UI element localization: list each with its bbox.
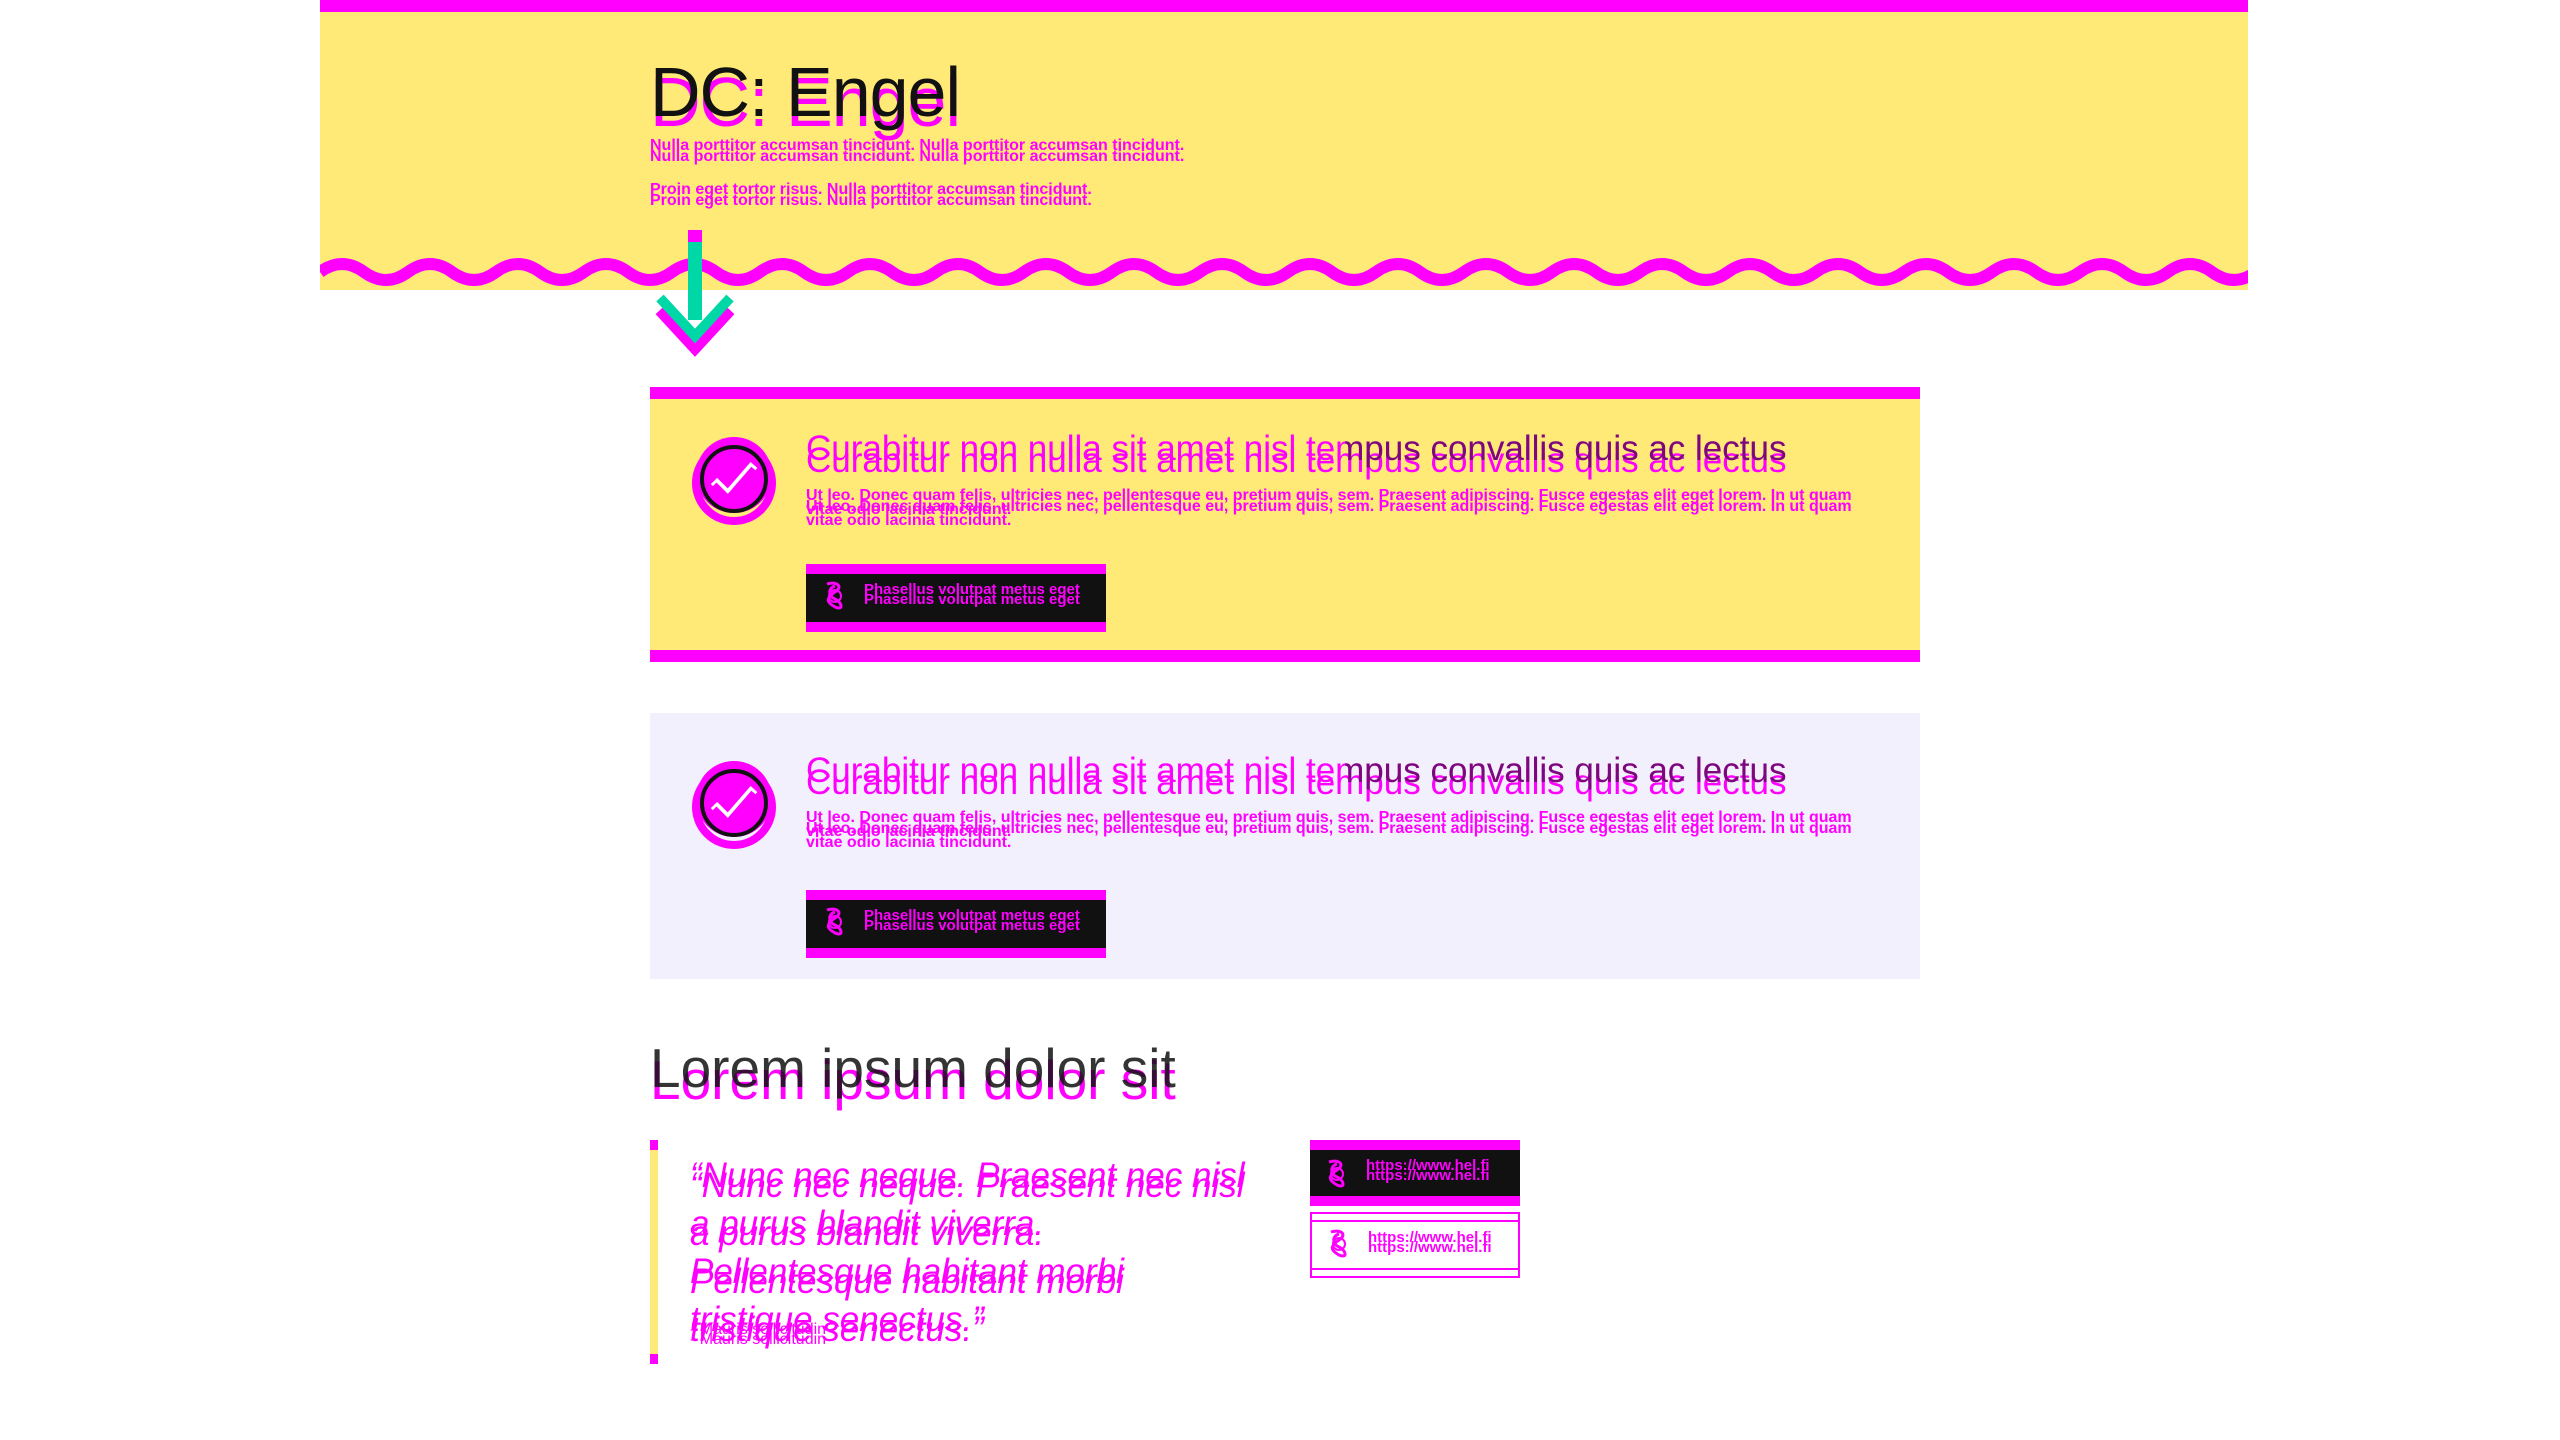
page: DC: Engel DC: Engel Nulla porttitor accu… — [320, 0, 2248, 1440]
helsinki-logo-icon — [826, 907, 843, 936]
content-card: Curabitur non nulla sit amet nisl tempus… — [650, 713, 1920, 979]
helsinki-logo-icon — [826, 581, 843, 610]
link-label: https://www.hel.fi https://www.hel.fi — [1368, 1229, 1492, 1256]
check-circle-icon — [692, 437, 776, 525]
card-action-label: Phasellus volutpat metus eget Phasellus … — [864, 581, 1080, 608]
card-text: Ut leo. Donec quam felis, ultricies nec,… — [806, 809, 1857, 851]
quote-author: - Mauris sollicitudin - Mauris sollicitu… — [690, 1321, 827, 1348]
quote-bar — [650, 1140, 658, 1364]
hero-paragraph-2: Proin eget tortor risus. Nulla porttitor… — [650, 181, 1092, 209]
helsinki-logo-icon — [1330, 1229, 1347, 1258]
hero-banner: DC: Engel DC: Engel Nulla porttitor accu… — [320, 0, 2248, 290]
wave-divider — [320, 258, 2248, 286]
card-action-label: Phasellus volutpat metus eget Phasellus … — [864, 907, 1080, 934]
check-circle-icon — [692, 761, 776, 849]
section-title: Lorem ipsum dolor sit Lorem ipsum dolor … — [650, 1037, 1176, 1111]
quote-block: “Nunc nec neque. Praesent nec nisl a pur… — [650, 1140, 1250, 1364]
card-title: Curabitur non nulla sit amet nisl tempus… — [806, 429, 1787, 480]
card-action-button[interactable]: Phasellus volutpat metus eget Phasellus … — [806, 564, 1106, 632]
card-action-button[interactable]: Phasellus volutpat metus eget Phasellus … — [806, 890, 1106, 958]
helsinki-logo-icon — [1328, 1159, 1345, 1188]
hero-paragraph-1: Nulla porttitor accumsan tincidunt. Null… — [650, 137, 1185, 165]
content-card: Curabitur non nulla sit amet nisl tempus… — [650, 387, 1920, 662]
hero-title: DC: Engel DC: Engel — [650, 53, 961, 141]
link-button-primary[interactable]: https://www.hel.fi https://www.hel.fi — [1310, 1140, 1520, 1206]
card-title: Curabitur non nulla sit amet nisl tempus… — [806, 751, 1787, 802]
link-button-secondary[interactable]: https://www.hel.fi https://www.hel.fi — [1310, 1212, 1520, 1278]
quote-text: “Nunc nec neque. Praesent nec nisl a pur… — [690, 1156, 1255, 1349]
arrow-down-icon[interactable] — [650, 230, 750, 360]
card-text: Ut leo. Donec quam felis, ultricies nec,… — [806, 487, 1857, 529]
link-label: https://www.hel.fi https://www.hel.fi — [1366, 1157, 1490, 1184]
